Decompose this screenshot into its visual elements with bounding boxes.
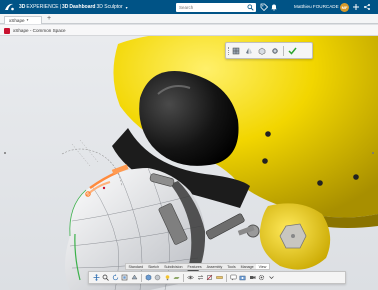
tab-xshape[interactable]: xShape ▾ [4, 15, 42, 24]
3d-model-render[interactable] [0, 36, 378, 290]
fit-all-icon[interactable] [121, 273, 129, 282]
separator [225, 273, 227, 282]
search-box[interactable] [176, 2, 256, 12]
view-cube-icon[interactable] [144, 273, 152, 282]
hide-show-icon[interactable] [187, 273, 195, 282]
section-tabs: Standard Sketch Subdivision Features Ass… [125, 263, 270, 270]
left-panel-handle[interactable] [4, 152, 6, 154]
breadcrumb: xShape - Common Space [0, 25, 378, 36]
brand-experience: EXPERIENCE [26, 4, 59, 10]
chevron-down-icon[interactable]: ▾ [27, 18, 29, 22]
separator [183, 273, 184, 282]
cage-icon[interactable] [257, 46, 266, 56]
capture-icon[interactable] [239, 273, 247, 282]
app-window: 3D EXPERIENCE | 3D Dashboard 3D Sculptor ▾… [0, 0, 378, 290]
tab-bar: xShape ▾ + [0, 14, 378, 24]
tab-features[interactable]: Features [185, 264, 204, 269]
app-name: 3D Sculptor [96, 4, 123, 10]
tab-standard[interactable]: Standard [126, 264, 146, 269]
subdivide-icon[interactable] [231, 46, 240, 56]
breadcrumb-text[interactable]: xShape - Common Space [13, 28, 66, 33]
brand-bold: 3D [19, 4, 26, 10]
measure-icon[interactable] [215, 273, 223, 282]
tab-label: xShape [9, 17, 25, 23]
drag-handle[interactable] [228, 47, 229, 55]
search-input[interactable] [176, 2, 244, 12]
app-title[interactable]: 3D EXPERIENCE | 3D Dashboard 3D Sculptor ▾ [19, 4, 128, 10]
dashboard-bold: 3D [61, 4, 69, 10]
share-icon[interactable] [362, 2, 372, 12]
swap-visible-icon[interactable] [196, 273, 204, 282]
separator [283, 45, 284, 56]
add-tab-button[interactable]: + [47, 15, 51, 23]
3ds-compass-logo-icon[interactable] [0, 0, 18, 14]
normal-view-icon[interactable] [130, 273, 138, 282]
avatar[interactable]: MF [340, 2, 349, 12]
pan-icon[interactable] [92, 273, 100, 282]
tab-subdivision[interactable]: Subdivision [162, 264, 185, 269]
tag-icon[interactable] [259, 2, 269, 12]
tab-assembly[interactable]: Assembly [204, 264, 225, 269]
search-icon[interactable] [247, 3, 254, 11]
view-toolbar [88, 271, 346, 284]
mirror-icon[interactable] [244, 46, 253, 56]
plus-icon[interactable] [351, 2, 361, 12]
more-icon[interactable] [267, 273, 275, 282]
ground-icon[interactable] [173, 273, 181, 282]
settings-icon[interactable] [258, 273, 266, 282]
zoom-icon[interactable] [102, 273, 110, 282]
collab-space-icon [4, 27, 10, 34]
separator [140, 273, 142, 282]
camera-icon[interactable] [248, 273, 256, 282]
tool-options-icon[interactable] [270, 46, 279, 56]
tab-manage[interactable]: Manage [238, 264, 256, 269]
rotate-icon[interactable] [111, 273, 119, 282]
clipping-icon[interactable] [206, 273, 214, 282]
user-name[interactable]: Matthieu FOURCADE [294, 4, 339, 9]
top-bar: 3D EXPERIENCE | 3D Dashboard 3D Sculptor ▾… [0, 0, 378, 14]
validate-check-icon[interactable] [288, 46, 297, 56]
render-style-icon[interactable] [154, 273, 162, 282]
bell-icon[interactable] [269, 2, 279, 12]
dashboard-label: Dashboard [69, 4, 96, 10]
3d-viewport[interactable]: Standard Sketch Subdivision Features Ass… [0, 36, 378, 290]
tab-sketch[interactable]: Sketch [146, 264, 162, 269]
title-divider: | [59, 4, 61, 10]
tab-view[interactable]: View [256, 264, 269, 269]
floating-action-bar [225, 42, 313, 59]
tab-tools[interactable]: Tools [225, 264, 238, 269]
right-panel-handle[interactable] [372, 152, 374, 154]
chevron-down-icon[interactable]: ▾ [126, 5, 128, 10]
lighting-icon[interactable] [163, 273, 171, 282]
annotation-icon[interactable] [229, 273, 237, 282]
